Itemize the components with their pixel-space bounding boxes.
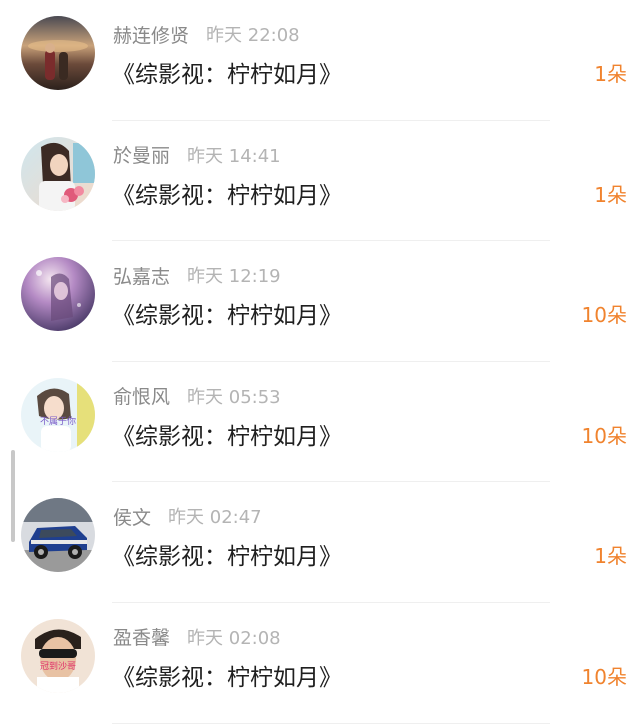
user-name[interactable]: 赫连修贤 — [113, 21, 189, 48]
girl-text-avatar-image: 不属于你 — [21, 377, 95, 452]
avatar-overlay-text: 冠到沙哥 — [40, 660, 76, 672]
list-item[interactable]: 弘嘉志 昨天 12:19 《综影视：柠柠如月》 10朵 — [0, 241, 640, 362]
list-item[interactable]: 於曼丽 昨天 14:41 《综影视：柠柠如月》 1朵 — [0, 121, 640, 242]
divider — [112, 722, 550, 724]
sunset-couple-avatar-image — [21, 16, 95, 90]
user-name[interactable]: 俞恨风 — [113, 382, 170, 409]
book-title[interactable]: 《综影视：柠柠如月》 — [112, 55, 342, 89]
scrollbar[interactable] — [11, 450, 15, 542]
user-name[interactable]: 弘嘉志 — [113, 262, 170, 289]
item-meta: 盈香馨 昨天 02:08 — [113, 623, 281, 651]
timestamp: 昨天 22:08 — [206, 25, 300, 46]
avatar-overlay-text: 不属于你 — [40, 415, 76, 427]
timestamp: 昨天 12:19 — [187, 266, 281, 288]
flower-count: 10朵 — [581, 664, 627, 689]
timestamp: 昨天 02:08 — [187, 627, 281, 649]
purple-dreamy-avatar-image — [21, 257, 95, 332]
rally-car-avatar-image — [21, 498, 95, 573]
user-name[interactable]: 侯文 — [113, 503, 151, 530]
flower-count: 1朵 — [594, 182, 627, 207]
avatar[interactable] — [21, 257, 95, 332]
man-sunglasses-avatar-image: 冠到沙哥 — [21, 618, 95, 693]
timestamp: 昨天 05:53 — [187, 386, 281, 408]
item-meta: 侯文 昨天 02:47 — [113, 502, 262, 530]
timestamp: 昨天 14:41 — [187, 145, 281, 167]
timestamp: 昨天 02:47 — [168, 507, 262, 529]
book-title[interactable]: 《综影视：柠柠如月》 — [112, 658, 342, 692]
flower-count: 10朵 — [581, 303, 627, 328]
item-meta: 赫连修贤 昨天 22:08 — [113, 20, 300, 48]
avatar[interactable] — [21, 136, 95, 211]
book-title[interactable]: 《综影视：柠柠如月》 — [112, 537, 342, 571]
book-title[interactable]: 《综影视：柠柠如月》 — [112, 417, 342, 451]
avatar[interactable] — [21, 498, 95, 573]
item-meta: 弘嘉志 昨天 12:19 — [113, 261, 281, 289]
user-name[interactable]: 於曼丽 — [113, 141, 170, 168]
flower-count: 1朵 — [594, 544, 627, 569]
girl-flowers-avatar-image — [21, 136, 95, 211]
avatar[interactable] — [21, 16, 95, 90]
gift-record-list: 赫连修贤 昨天 22:08 《综影视：柠柠如月》 1朵 於曼丽 昨天 14:41… — [0, 0, 640, 724]
flower-count: 1朵 — [594, 62, 627, 86]
user-name[interactable]: 盈香馨 — [113, 623, 170, 650]
list-item[interactable]: 冠到沙哥 盈香馨 昨天 02:08 《综影视：柠柠如月》 10朵 — [0, 603, 640, 724]
book-title[interactable]: 《综影视：柠柠如月》 — [112, 176, 342, 210]
book-title[interactable]: 《综影视：柠柠如月》 — [112, 296, 342, 330]
avatar[interactable]: 冠到沙哥 — [21, 618, 95, 693]
avatar[interactable]: 不属于你 — [21, 377, 95, 452]
list-item[interactable]: 赫连修贤 昨天 22:08 《综影视：柠柠如月》 1朵 — [0, 0, 640, 121]
list-item[interactable]: 不属于你 俞恨风 昨天 05:53 《综影视：柠柠如月》 10朵 — [0, 362, 640, 483]
item-meta: 俞恨风 昨天 05:53 — [113, 382, 281, 410]
item-meta: 於曼丽 昨天 14:41 — [113, 141, 281, 169]
list-item[interactable]: 侯文 昨天 02:47 《综影视：柠柠如月》 1朵 — [0, 482, 640, 603]
flower-count: 10朵 — [581, 423, 627, 448]
